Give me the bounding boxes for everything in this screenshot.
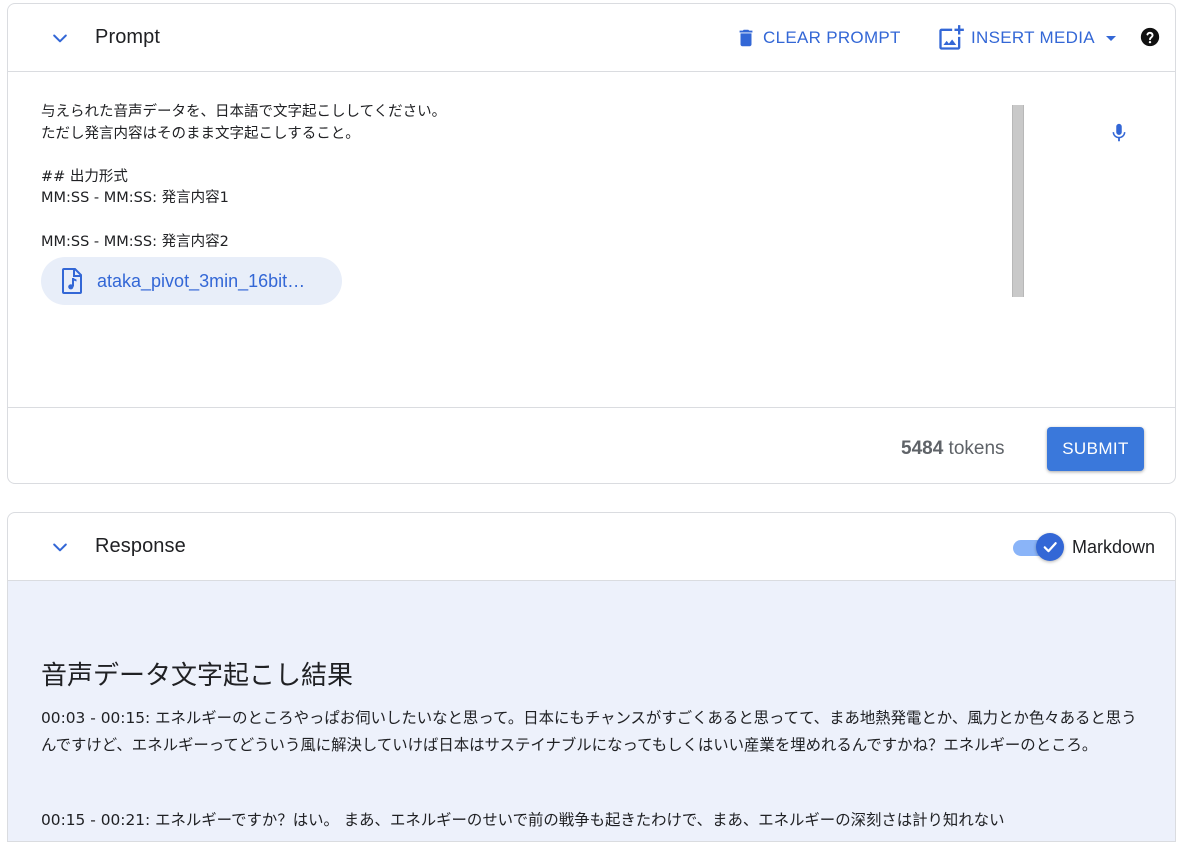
chevron-down-icon[interactable]: [50, 28, 70, 48]
add-photo-icon: [939, 25, 964, 50]
prompt-header: Prompt CLEAR PROMPT INSERT MEDIA: [8, 4, 1175, 72]
clear-prompt-label: CLEAR PROMPT: [763, 28, 901, 47]
prompt-textarea[interactable]: 与えられた音声データを、日本語で文字起こししてください。 ただし発言内容はそのま…: [41, 102, 981, 253]
response-paragraph: 00:03 - 00:15: エネルギーのところやっぱお伺いしたいなと思って。日…: [41, 709, 1137, 754]
toggle-knob: [1036, 533, 1064, 561]
clear-prompt-button[interactable]: CLEAR PROMPT: [735, 24, 901, 52]
chevron-down-icon[interactable]: [50, 537, 70, 557]
response-title: Response: [95, 535, 186, 557]
prompt-panel: Prompt CLEAR PROMPT INSERT MEDIA 与えられた音声…: [7, 3, 1176, 484]
prompt-footer: 5484 tokens SUBMIT: [8, 407, 1175, 483]
token-count-unit: tokens: [943, 438, 1005, 459]
response-header: Response Markdown: [8, 513, 1175, 581]
insert-media-label: INSERT MEDIA: [971, 28, 1095, 47]
submit-button[interactable]: SUBMIT: [1047, 427, 1144, 471]
help-icon[interactable]: [1139, 26, 1161, 48]
attachment-filename: ataka_pivot_3min_16bit…: [97, 270, 306, 291]
response-panel: Response Markdown 音声データ文字起こし結果 00:03 - 0…: [7, 512, 1176, 842]
response-content: 音声データ文字起こし結果 00:03 - 00:15: エネルギーのところやっぱ…: [8, 581, 1175, 841]
prompt-scrollbar[interactable]: [1012, 105, 1024, 297]
response-heading: 音声データ文字起こし結果: [41, 661, 354, 691]
audio-attachment-chip[interactable]: ataka_pivot_3min_16bit…: [41, 257, 342, 305]
audio-file-icon: [62, 268, 82, 294]
prompt-editor[interactable]: 与えられた音声データを、日本語で文字起こししてください。 ただし発言内容はそのま…: [8, 72, 1175, 407]
prompt-title: Prompt: [95, 26, 161, 48]
caret-down-icon: [1105, 36, 1116, 41]
token-count: 5484 tokens: [901, 438, 1005, 460]
check-icon: [1043, 542, 1057, 553]
trash-icon: [739, 29, 753, 47]
insert-media-button[interactable]: INSERT MEDIA: [937, 24, 1123, 52]
mic-icon[interactable]: [1108, 122, 1130, 144]
token-count-value: 5484: [901, 438, 944, 459]
markdown-toggle[interactable]: [1013, 533, 1065, 561]
markdown-label: Markdown: [1072, 537, 1156, 557]
